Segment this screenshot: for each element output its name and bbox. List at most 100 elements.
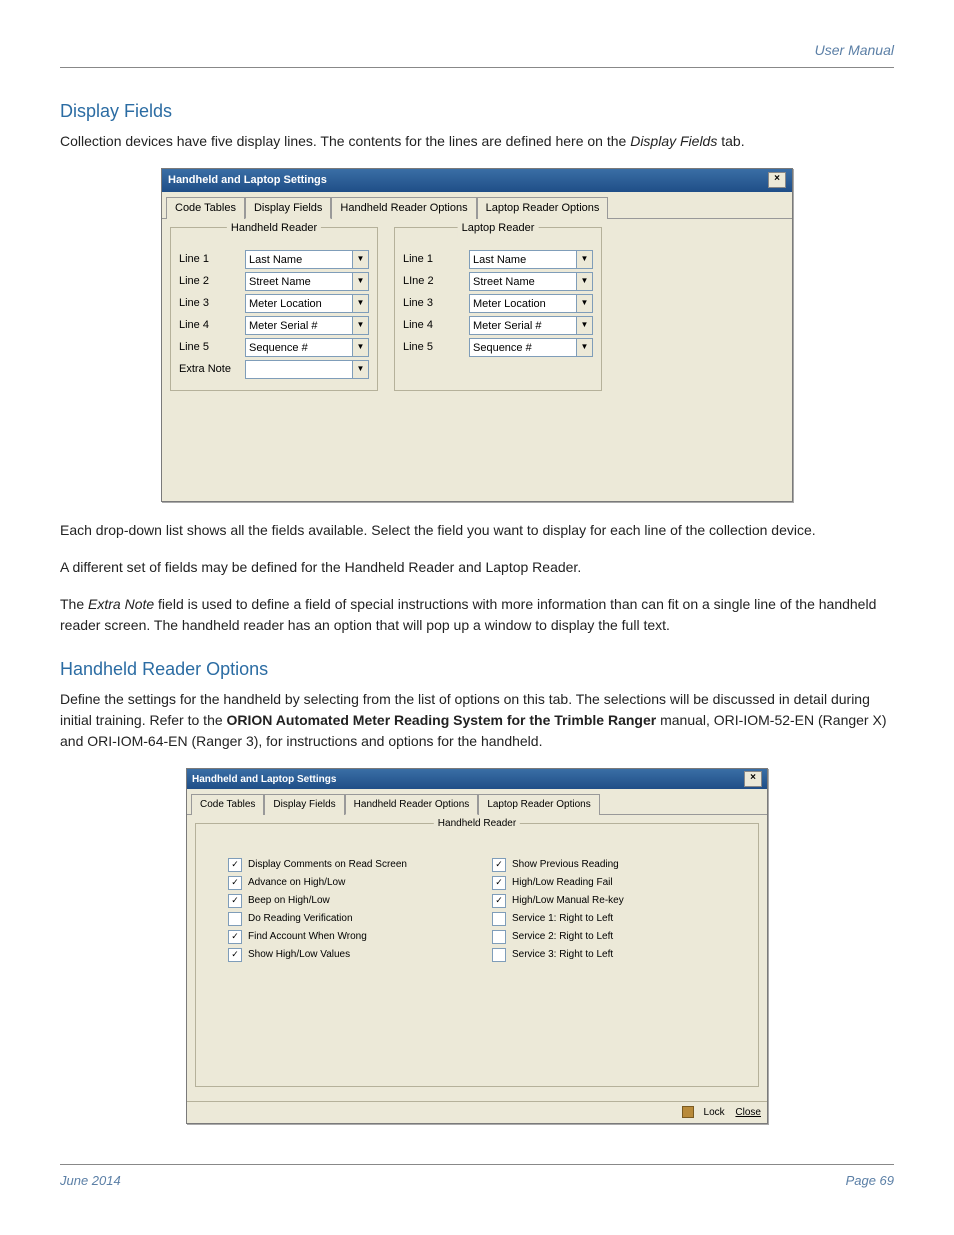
tab-display-fields[interactable]: Display Fields (245, 197, 331, 220)
handheld-line-label: Line 4 (179, 317, 235, 334)
handheld-line-row: Line 2 Street Name▼ (179, 272, 369, 291)
option-row: ✓ Display Comments on Read Screen (228, 857, 462, 872)
handheld-line-dropdown[interactable]: Meter Location▼ (245, 294, 369, 313)
checkbox[interactable]: ✓ (228, 948, 242, 962)
tab-handheld-reader-options[interactable]: Handheld Reader Options (331, 197, 476, 220)
option-label: Find Account When Wrong (248, 929, 367, 944)
checkbox[interactable] (492, 948, 506, 962)
handheld-line-dropdown[interactable]: Sequence #▼ (245, 338, 369, 357)
checkbox[interactable]: ✓ (492, 858, 506, 872)
chevron-down-icon[interactable]: ▼ (352, 251, 368, 268)
chevron-down-icon[interactable]: ▼ (576, 251, 592, 268)
s2-bold: ORION Automated Meter Reading System for… (227, 712, 657, 728)
chevron-down-icon[interactable]: ▼ (576, 295, 592, 312)
group-legend: Handheld Reader (434, 816, 520, 831)
laptop-line-label: Line 4 (403, 317, 459, 334)
dialog2-tabrow: Code Tables Display Fields Handheld Read… (187, 789, 767, 815)
laptop-line-value: Street Name (470, 273, 576, 290)
dialog2-title: Handheld and Laptop Settings (192, 772, 336, 787)
lock-button[interactable]: Lock (674, 1107, 725, 1118)
tab-handheld-reader-options[interactable]: Handheld Reader Options (345, 794, 479, 815)
checkbox[interactable]: ✓ (228, 858, 242, 872)
section2-p1: Define the settings for the handheld by … (60, 689, 894, 752)
chevron-down-icon[interactable]: ▼ (576, 339, 592, 356)
handheld-line-value: Last Name (246, 251, 352, 268)
chevron-down-icon[interactable]: ▼ (352, 273, 368, 290)
option-label: Service 1: Right to Left (512, 911, 613, 926)
handheld-line-dropdown[interactable]: Street Name▼ (245, 272, 369, 291)
chevron-down-icon[interactable]: ▼ (352, 295, 368, 312)
checkbox[interactable] (228, 912, 242, 926)
dialog1-body: Handheld Reader Line 1Last Name▼Line 2St… (162, 219, 792, 501)
dialog1-titlebar: Handheld and Laptop Settings × (162, 169, 792, 192)
close-icon[interactable]: × (768, 172, 786, 188)
handheld-line-label: Line 2 (179, 273, 235, 290)
laptop-line-dropdown[interactable]: Sequence #▼ (469, 338, 593, 357)
section1-p4: The Extra Note field is used to define a… (60, 594, 894, 636)
p4-italic: Extra Note (88, 596, 154, 612)
laptop-line-label: Line 1 (403, 251, 459, 268)
laptop-line-label: Line 3 (403, 295, 459, 312)
dialog-handheld-options: Handheld and Laptop Settings × Code Tabl… (186, 768, 768, 1124)
section1-p2: Each drop-down list shows all the fields… (60, 520, 894, 541)
checkbox[interactable]: ✓ (228, 930, 242, 944)
tab-laptop-reader-options[interactable]: Laptop Reader Options (477, 197, 609, 220)
laptop-line-dropdown[interactable]: Meter Serial #▼ (469, 316, 593, 335)
option-row: Do Reading Verification (228, 911, 462, 926)
dialog-display-fields: Handheld and Laptop Settings × Code Tabl… (161, 168, 793, 502)
handheld-line-label: Line 5 (179, 339, 235, 356)
chevron-down-icon[interactable]: ▼ (576, 317, 592, 334)
handheld-line-value: Street Name (246, 273, 352, 290)
handheld-line-value: Meter Location (246, 295, 352, 312)
close-icon[interactable]: × (744, 771, 762, 787)
laptop-line-dropdown[interactable]: Street Name▼ (469, 272, 593, 291)
option-row: ✓Show High/Low Values (228, 947, 462, 962)
handheld-line-value: Sequence # (246, 339, 352, 356)
close-button[interactable]: Close (735, 1107, 761, 1118)
option-row: ✓High/Low Manual Re-key (492, 893, 726, 908)
option-row: Service 2: Right to Left (492, 929, 726, 944)
chevron-down-icon[interactable]: ▼ (576, 273, 592, 290)
dialog1-title: Handheld and Laptop Settings (168, 172, 327, 189)
checkbox[interactable]: ✓ (228, 894, 242, 908)
handheld-line-row: Line 3Meter Location▼ (179, 294, 369, 313)
intro-pre: Collection devices have five display lin… (60, 133, 630, 149)
handheld-line-value (246, 361, 352, 378)
checkbox[interactable]: ✓ (228, 876, 242, 890)
checkbox[interactable]: ✓ (492, 894, 506, 908)
chevron-down-icon[interactable]: ▼ (352, 361, 368, 378)
handheld-line-dropdown[interactable]: Meter Serial #▼ (245, 316, 369, 335)
laptop-reader-group: Laptop Reader Line 1Last Name▼LIne 2Stre… (394, 227, 602, 391)
handheld-line-dropdown[interactable]: ▼ (245, 360, 369, 379)
option-row: ✓Show Previous Reading (492, 857, 726, 872)
dialog1-tabrow: Code Tables Display Fields Handheld Read… (162, 192, 792, 220)
checkbox[interactable]: ✓ (492, 876, 506, 890)
laptop-line-dropdown[interactable]: Last Name▼ (469, 250, 593, 269)
intro-italic: Display Fields (630, 133, 717, 149)
laptop-line-row: Line 1 Last Name▼ (403, 250, 593, 269)
tab-display-fields[interactable]: Display Fields (264, 794, 344, 815)
page-footer: June 2014 Page 69 (60, 1164, 894, 1191)
laptop-line-row: Line 5Sequence #▼ (403, 338, 593, 357)
handheld-line-dropdown[interactable]: Last Name▼ (245, 250, 369, 269)
handheld-line-label: Line 1 (179, 251, 235, 268)
option-row: ✓High/Low Reading Fail (492, 875, 726, 890)
tab-code-tables[interactable]: Code Tables (166, 197, 245, 220)
chevron-down-icon[interactable]: ▼ (352, 317, 368, 334)
tab-laptop-reader-options[interactable]: Laptop Reader Options (478, 794, 599, 815)
option-label: Advance on High/Low (248, 875, 345, 890)
checkbox[interactable] (492, 930, 506, 944)
option-label: Display Comments on Read Screen (248, 857, 407, 872)
chevron-down-icon[interactable]: ▼ (352, 339, 368, 356)
lock-label: Lock (704, 1107, 725, 1118)
laptop-line-value: Meter Serial # (470, 317, 576, 334)
laptop-line-value: Last Name (470, 251, 576, 268)
tab-code-tables[interactable]: Code Tables (191, 794, 264, 815)
laptop-line-dropdown[interactable]: Meter Location▼ (469, 294, 593, 313)
section1-title: Display Fields (60, 98, 894, 125)
checkbox[interactable] (492, 912, 506, 926)
dialog2-footer: Lock Close (187, 1101, 767, 1123)
handheld-reader-group: Handheld Reader Line 1Last Name▼Line 2St… (170, 227, 378, 391)
page-header-right: User Manual (60, 40, 894, 68)
laptop-line-row: Line 3 Meter Location▼ (403, 294, 593, 313)
